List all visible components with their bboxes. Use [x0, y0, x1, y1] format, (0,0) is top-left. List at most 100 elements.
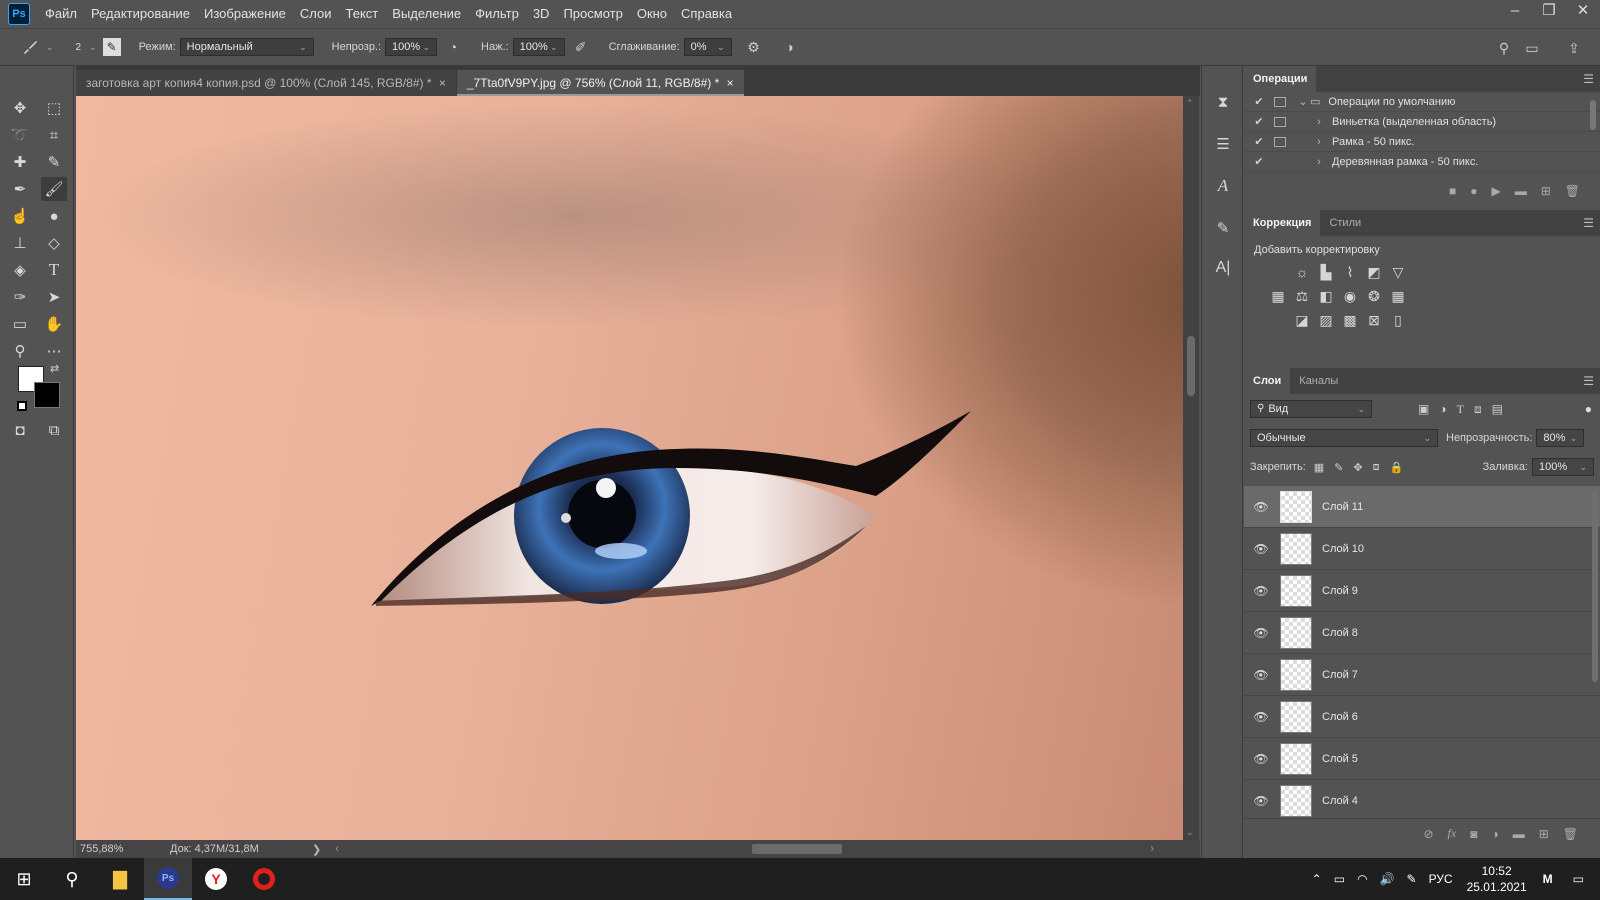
properties-icon[interactable]: ☰ [1211, 132, 1235, 156]
document-tab-active[interactable]: _7Tta0fV9PY.jpg @ 756% (Слой 11, RGB/8#)… [456, 70, 744, 96]
lock-pixels-icon[interactable]: ✎ [1334, 461, 1343, 474]
layer-name[interactable]: Слой 11 [1322, 501, 1363, 513]
paint-bucket-icon[interactable]: ◈ [7, 258, 33, 282]
threshold-icon[interactable]: ▩ [1341, 311, 1359, 329]
visibility-eye-icon[interactable]: 👁 [1248, 626, 1274, 640]
menu-type[interactable]: Текст [339, 0, 386, 28]
trash-icon[interactable]: 🗑 [1565, 184, 1580, 198]
visibility-eye-icon[interactable]: 👁 [1248, 794, 1274, 808]
path-selection-icon[interactable]: ➤ [41, 285, 67, 309]
add-mask-icon[interactable]: ◙ [1470, 827, 1477, 841]
new-action-icon[interactable]: ⊞ [1541, 184, 1551, 198]
brush-tool-icon[interactable]: 🖌 [41, 177, 67, 201]
quick-selection-icon[interactable]: ✎ [41, 150, 67, 174]
panel-menu-icon[interactable]: ☰ [1583, 374, 1594, 388]
status-menu-arrow[interactable]: ❯ [312, 843, 321, 856]
scroll-up-icon[interactable]: ⌃ [1186, 98, 1194, 109]
visibility-eye-icon[interactable]: 👁 [1248, 542, 1274, 556]
play-icon[interactable]: ▶ [1491, 184, 1500, 198]
eyedropper-tool-icon[interactable]: ✒ [7, 177, 33, 201]
share-icon[interactable]: ⇪ [1564, 38, 1584, 58]
paragraph-icon[interactable]: A [1211, 174, 1235, 198]
filter-adjustment-icon[interactable]: ◑ [1439, 402, 1446, 416]
chevron-right-icon[interactable]: › [1312, 116, 1326, 128]
layer-row[interactable]: 👁 Слой 4 [1244, 780, 1600, 818]
menu-window[interactable]: Окно [630, 0, 674, 28]
lock-position-icon[interactable]: ✥ [1353, 461, 1362, 474]
vertical-scrollbar[interactable]: ⌃ ⌄ [1183, 96, 1199, 840]
dodge-tool-icon[interactable]: ● [41, 204, 67, 228]
clock[interactable]: 10:52 25.01.2021 [1467, 863, 1527, 895]
menu-edit[interactable]: Редактирование [84, 0, 197, 28]
layer-name[interactable]: Слой 8 [1322, 627, 1358, 639]
windows-start-icon[interactable]: ⊞ [0, 858, 48, 900]
layer-row[interactable]: 👁 Слой 5 [1244, 738, 1600, 780]
levels-icon[interactable]: ▙ [1317, 263, 1335, 281]
close-tab-icon[interactable]: × [727, 76, 734, 90]
tray-chevron-icon[interactable]: ⌃ [1312, 872, 1322, 886]
check-icon[interactable]: ✔ [1252, 95, 1266, 108]
horizontal-scroll-thumb[interactable] [752, 844, 842, 854]
trash-icon[interactable]: 🗑 [1563, 827, 1578, 841]
dialog-toggle-icon[interactable] [1274, 116, 1286, 127]
scroll-left-icon[interactable]: ‹ [335, 843, 339, 855]
check-icon[interactable]: ✔ [1252, 155, 1266, 168]
screen-mode-icon[interactable]: ⧉ [41, 418, 67, 442]
more-tools-icon[interactable]: ⋯ [41, 339, 67, 363]
notifications-icon[interactable]: ▭ [1573, 872, 1584, 886]
menu-select[interactable]: Выделение [385, 0, 468, 28]
opacity-field[interactable]: 100% ⌄ [385, 38, 438, 56]
layer-row[interactable]: 👁 Слой 7 [1244, 654, 1600, 696]
layers-scroll-thumb[interactable] [1592, 492, 1598, 682]
marquee-tool-icon[interactable]: ⬚ [41, 96, 67, 120]
photo-filter-icon[interactable]: ◉ [1341, 287, 1359, 305]
zoom-level[interactable]: 755,88% [80, 843, 150, 855]
tab-styles[interactable]: Стили [1320, 210, 1370, 236]
move-tool-icon[interactable]: ✥ [7, 96, 33, 120]
action-row[interactable]: ✔ › Виньетка (выделенная область) [1244, 112, 1600, 132]
vertical-scroll-thumb[interactable] [1187, 336, 1195, 396]
brush-settings-icon[interactable]: ✎ [102, 38, 121, 56]
scroll-right-icon[interactable]: › [1150, 843, 1154, 855]
layer-row[interactable]: 👁 Слой 9 [1244, 570, 1600, 612]
menu-file[interactable]: Файл [38, 0, 84, 28]
layer-row[interactable]: 👁 Слой 6 [1244, 696, 1600, 738]
quick-mask-icon[interactable]: ◘ [7, 418, 33, 442]
dialog-toggle-icon[interactable] [1274, 96, 1286, 107]
lock-transparent-icon[interactable]: ▦ [1314, 461, 1324, 474]
curves-icon[interactable]: ⌇ [1341, 263, 1359, 281]
dialog-toggle-icon[interactable] [1274, 136, 1286, 147]
new-set-folder-icon[interactable]: ▬ [1515, 184, 1527, 198]
smudge-tool-icon[interactable]: ☝ [7, 204, 33, 228]
smoothing-field[interactable]: 0% ⌄ [683, 38, 732, 56]
tab-layers[interactable]: Слои [1244, 368, 1291, 394]
gear-icon[interactable]: ⚙ [744, 37, 764, 57]
menu-layers[interactable]: Слои [293, 0, 339, 28]
layer-row[interactable]: 👁 Слой 10 [1244, 528, 1600, 570]
layer-row[interactable]: 👁 Слой 11 [1244, 486, 1600, 528]
scroll-down-icon[interactable]: ⌄ [1186, 827, 1194, 838]
menu-3d[interactable]: 3D [526, 0, 557, 28]
layer-name[interactable]: Слой 7 [1322, 669, 1358, 681]
check-icon[interactable]: ✔ [1252, 115, 1266, 128]
lock-all-icon[interactable]: 🔒 [1390, 461, 1404, 474]
character-icon[interactable]: A| [1211, 256, 1235, 280]
filter-toggle-icon[interactable]: ● [1585, 402, 1592, 416]
invert-icon[interactable]: ◪ [1293, 311, 1311, 329]
history-icon[interactable]: ⧗ [1211, 90, 1235, 114]
photoshop-taskbar-icon[interactable]: Ps [144, 858, 192, 900]
menu-filter[interactable]: Фильтр [468, 0, 526, 28]
visibility-eye-icon[interactable]: 👁 [1248, 752, 1274, 766]
brightness-icon[interactable]: ☼ [1293, 263, 1311, 281]
minimize-icon[interactable]: – [1498, 0, 1532, 22]
brush-size-value[interactable]: 2 [76, 42, 82, 53]
posterize-icon[interactable]: ▨ [1317, 311, 1335, 329]
healing-tool-icon[interactable]: ✚ [7, 150, 33, 174]
search-icon[interactable]: ⚲ [48, 858, 96, 900]
airbrush-icon[interactable]: ✐ [571, 37, 591, 57]
wifi-icon[interactable]: ◠ [1357, 872, 1367, 886]
new-layer-icon[interactable]: ⊞ [1539, 827, 1549, 841]
actions-scroll-thumb[interactable] [1590, 100, 1596, 130]
pressure-field[interactable]: 100% ⌄ [512, 38, 565, 56]
layer-filter-select[interactable]: ⚲ Вид ⌄ [1250, 400, 1372, 418]
